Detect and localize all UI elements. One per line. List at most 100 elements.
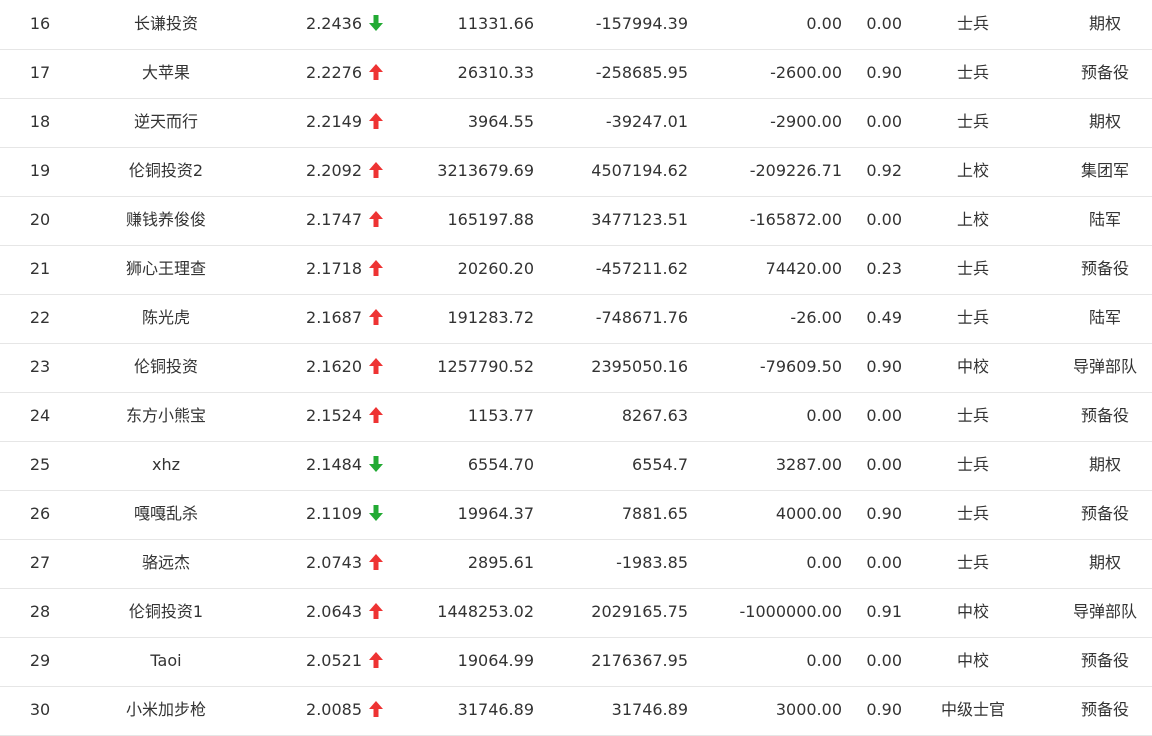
value-4-cell: 0.90 — [866, 357, 902, 376]
score-cell: 2.2436 — [306, 14, 362, 33]
unit-cell: 预备役 — [1080, 504, 1129, 523]
value-2-cell: 8267.63 — [621, 406, 688, 425]
value-4-cell: 0.00 — [866, 112, 902, 131]
trend-cell — [368, 0, 390, 48]
name-cell: 狮心王理查 — [125, 259, 206, 278]
name-cell: 大苹果 — [141, 63, 190, 82]
value-4-cell: 0.91 — [866, 602, 902, 621]
value-2-cell: -748671.76 — [595, 308, 688, 327]
value-4-cell: 0.00 — [866, 406, 902, 425]
rank-cell: 19 — [29, 161, 51, 180]
name-cell: 骆远杰 — [141, 553, 190, 572]
arrow-up-icon — [369, 358, 383, 374]
value-4-cell: 0.00 — [866, 14, 902, 33]
rank-cell: 16 — [29, 14, 51, 33]
unit-cell: 期权 — [1088, 14, 1121, 33]
value-1-cell: 19064.99 — [457, 651, 534, 670]
name-cell: Taoi — [150, 651, 182, 670]
value-3-cell: -79609.50 — [759, 357, 842, 376]
value-2-cell: -258685.95 — [595, 63, 688, 82]
trend-cell — [368, 147, 390, 195]
unit-cell: 导弹部队 — [1072, 602, 1137, 621]
unit-cell: 期权 — [1088, 455, 1121, 474]
value-4-cell: 0.49 — [866, 308, 902, 327]
value-1-cell: 191283.72 — [447, 308, 534, 327]
value-4-cell: 0.00 — [866, 651, 902, 670]
arrow-up-icon — [369, 113, 383, 129]
value-3-cell: -165872.00 — [749, 210, 842, 229]
rank-cell: 25 — [29, 455, 51, 474]
value-1-cell: 3964.55 — [467, 112, 534, 131]
level-cell: 中校 — [956, 602, 989, 621]
unit-cell: 期权 — [1088, 553, 1121, 572]
table-row: 19 伦铜投资2 2.2092 3213679.69 4507194.62 -209226… — [0, 147, 1152, 197]
trend-cell — [368, 588, 390, 636]
value-3-cell: -209226.71 — [749, 161, 842, 180]
name-cell: 嘎嘎乱杀 — [133, 504, 198, 523]
value-1-cell: 19964.37 — [457, 504, 534, 523]
arrow-up-icon — [369, 211, 383, 227]
trend-cell — [368, 343, 390, 391]
trend-cell — [368, 490, 390, 538]
name-cell: 伦铜投资2 — [128, 161, 204, 180]
value-3-cell: 0.00 — [806, 406, 842, 425]
value-3-cell: -1000000.00 — [739, 602, 842, 621]
rank-cell: 29 — [29, 651, 51, 670]
value-1-cell: 20260.20 — [457, 259, 534, 278]
level-cell: 中校 — [956, 651, 989, 670]
score-cell: 2.2149 — [306, 112, 362, 131]
value-4-cell: 0.90 — [866, 63, 902, 82]
rank-cell: 23 — [29, 357, 51, 376]
score-cell: 2.1524 — [306, 406, 362, 425]
trend-cell — [368, 686, 390, 734]
score-cell: 2.1620 — [306, 357, 362, 376]
unit-cell: 期权 — [1088, 112, 1121, 131]
unit-cell: 预备役 — [1080, 63, 1129, 82]
rank-cell: 27 — [29, 553, 51, 572]
value-3-cell: -2900.00 — [770, 112, 842, 131]
score-cell: 2.2276 — [306, 63, 362, 82]
name-cell: 长谦投资 — [133, 14, 198, 33]
table-row: 18 逆天而行 2.2149 3964.55 -39247.01 -2900.00 0.00… — [0, 98, 1152, 148]
arrow-up-icon — [369, 64, 383, 80]
trend-cell — [368, 392, 390, 440]
value-1-cell: 31746.89 — [457, 700, 534, 719]
score-cell: 2.0643 — [306, 602, 362, 621]
arrow-up-icon — [369, 603, 383, 619]
rank-cell: 28 — [29, 602, 51, 621]
unit-cell: 导弹部队 — [1072, 357, 1137, 376]
score-cell: 2.0521 — [306, 651, 362, 670]
value-1-cell: 1153.77 — [467, 406, 534, 425]
value-4-cell: 0.90 — [866, 700, 902, 719]
name-cell: xhz — [151, 455, 180, 474]
trend-cell — [368, 98, 390, 146]
value-1-cell: 3213679.69 — [437, 161, 534, 180]
rank-cell: 21 — [29, 259, 51, 278]
table-row: 17 大苹果 2.2276 26310.33 -258685.95 -2600.00 0.9… — [0, 49, 1152, 99]
level-cell: 士兵 — [956, 553, 989, 572]
value-2-cell: 31746.89 — [611, 700, 688, 719]
table-row: 24 东方小熊宝 2.1524 1153.77 8267.63 0.00 0.00 士兵 预备役 — [0, 392, 1152, 442]
level-cell: 士兵 — [956, 406, 989, 425]
score-cell: 2.2092 — [306, 161, 362, 180]
arrow-up-icon — [369, 554, 383, 570]
table-row: 29 Taoi 2.0521 19064.99 2176367.95 0.00 0.00 中校… — [0, 637, 1152, 687]
value-4-cell: 0.00 — [866, 210, 902, 229]
rank-cell: 26 — [29, 504, 51, 523]
table-row: 27 骆远杰 2.0743 2895.61 -1983.85 0.00 0.00 士兵 期权 — [0, 539, 1152, 589]
level-cell: 士兵 — [956, 504, 989, 523]
name-cell: 小米加步枪 — [125, 700, 206, 719]
value-3-cell: -2600.00 — [770, 63, 842, 82]
rank-cell: 22 — [29, 308, 51, 327]
rank-cell: 18 — [29, 112, 51, 131]
level-cell: 中级士官 — [940, 700, 1005, 719]
value-3-cell: -26.00 — [790, 308, 842, 327]
value-1-cell: 6554.70 — [467, 455, 534, 474]
table-row: 25 xhz 2.1484 6554.70 6554.7 3287.00 0.00 士兵 期权 — [0, 441, 1152, 491]
value-2-cell: 2176367.95 — [591, 651, 688, 670]
score-cell: 2.1109 — [306, 504, 362, 523]
level-cell: 士兵 — [956, 455, 989, 474]
name-cell: 陈光虎 — [141, 308, 190, 327]
value-2-cell: -1983.85 — [616, 553, 688, 572]
trend-cell — [368, 245, 390, 293]
